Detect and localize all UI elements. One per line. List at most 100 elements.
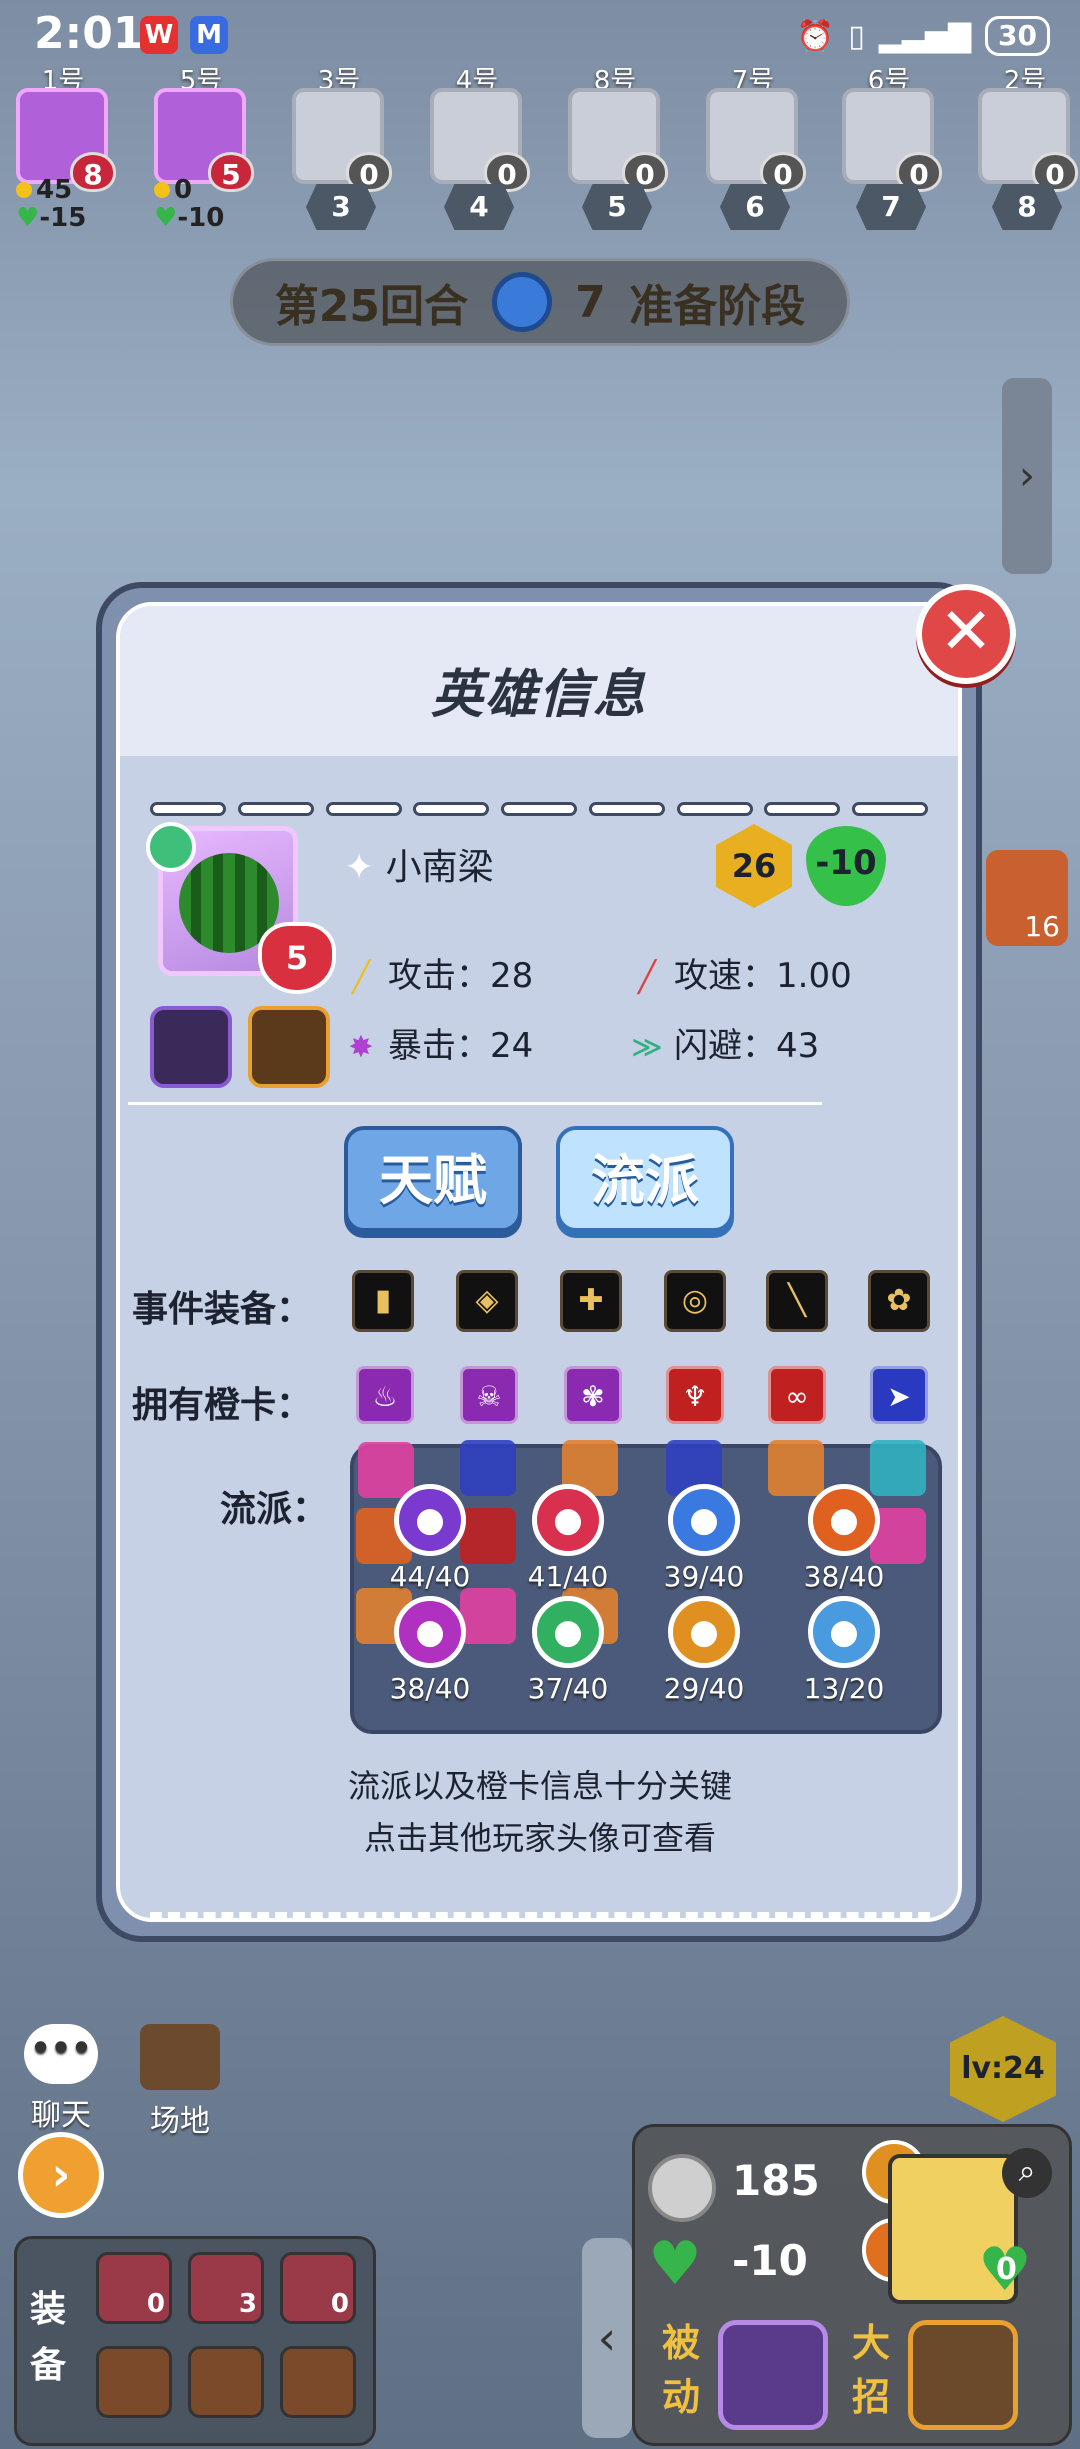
gold-icon: [154, 182, 170, 198]
equipment-shield-icon[interactable]: ✚: [560, 1270, 622, 1332]
attack-value: 28: [490, 956, 534, 996]
stat-attack-speed: ╱ 攻速：1.00: [630, 948, 852, 997]
card-flower-icon[interactable]: ✾: [564, 1366, 622, 1424]
venue-button[interactable]: 场地: [120, 2024, 240, 2140]
round-phase: 准备阶段: [629, 281, 806, 332]
vibrate-icon: ▯: [848, 18, 865, 54]
school-item[interactable]: ● 38/40: [370, 1596, 490, 1705]
school-item[interactable]: ● 38/40: [784, 1484, 904, 1593]
player-5[interactable]: 8号 0 5: [560, 60, 670, 230]
next-arrow-button[interactable]: ›: [18, 2132, 104, 2218]
hero-name: 小南梁: [344, 838, 494, 890]
tab-talent[interactable]: 天赋: [344, 1126, 522, 1232]
equipment-slot-3[interactable]: 0: [280, 2252, 356, 2324]
footer-divider: [150, 1912, 930, 1918]
player-7[interactable]: 6号 0 7: [834, 60, 944, 230]
equipment-slot-5[interactable]: [188, 2346, 264, 2418]
passive-skill-slot[interactable]: [718, 2320, 828, 2430]
player-2[interactable]: 5号 5 0 ♥-10: [146, 60, 256, 232]
school-progress: 39/40: [663, 1560, 745, 1593]
dodge-value: 43: [776, 1026, 820, 1066]
gold-icon: [16, 182, 32, 198]
school-item[interactable]: ● 44/40: [370, 1484, 490, 1593]
equipment-slot-6[interactable]: [280, 2346, 356, 2418]
venue-icon: [140, 2024, 220, 2090]
school-progress: 38/40: [803, 1560, 885, 1593]
chat-button[interactable]: ••• 聊天: [18, 2024, 104, 2134]
equipment-box-icon[interactable]: ◈: [456, 1270, 518, 1332]
tab-school[interactable]: 流派: [556, 1126, 734, 1232]
stat-dodge: ≫ 闪避：43: [631, 1026, 820, 1066]
status-time: 2:01: [34, 8, 144, 59]
equipment-slot-1[interactable]: 0: [96, 2252, 172, 2324]
attack-speed-value: 1.00: [776, 956, 852, 996]
player-3[interactable]: 3号 0 3: [284, 60, 394, 230]
school-item[interactable]: ● 13/20: [784, 1596, 904, 1705]
wing-icon: ●: [532, 1596, 604, 1668]
card-arrow-icon[interactable]: ➤: [870, 1366, 928, 1424]
card-flame-icon[interactable]: ♨: [356, 1366, 414, 1424]
search-icon[interactable]: ⌕: [1002, 2148, 1052, 2198]
crit-icon: ✸: [348, 1030, 374, 1065]
broken-heart-icon: ♥: [648, 2229, 702, 2299]
equipment-bag-icon[interactable]: ▮: [352, 1270, 414, 1332]
header-divider: [150, 802, 928, 816]
equipment-wand-icon[interactable]: ✿: [868, 1270, 930, 1332]
school-item[interactable]: ● 39/40: [644, 1484, 764, 1593]
chat-bubble-icon: •••: [24, 2024, 98, 2084]
card-demon-icon[interactable]: ☠: [460, 1366, 518, 1424]
hp-value: -10: [732, 2236, 808, 2285]
equipment-baguette-icon[interactable]: ╲: [766, 1270, 828, 1332]
hero-ultimate-icon[interactable]: [248, 1006, 330, 1088]
stat-crit: ✸ 暴击：24: [344, 1018, 533, 1067]
equipment-slot-4[interactable]: [96, 2346, 172, 2418]
collapse-left-button[interactable]: ‹: [582, 2238, 632, 2438]
card-fire-icon[interactable]: ♆: [666, 1366, 724, 1424]
modal-title: 英雄信息: [430, 665, 647, 725]
skull-icon: ●: [394, 1484, 466, 1556]
player-1[interactable]: 1号 8 45 ♥-15: [8, 60, 118, 233]
player-4[interactable]: 4号 0 4: [422, 60, 532, 230]
crit-value: 24: [490, 1026, 534, 1066]
player-level-badge: lv:24: [950, 2016, 1056, 2122]
stopwatch-icon: [491, 272, 552, 332]
alarm-icon: ⏰: [796, 18, 835, 54]
card-wing-icon[interactable]: ∞: [768, 1366, 826, 1424]
heart-icon: ♥: [16, 203, 40, 233]
player-stats: 0 ♥-10: [154, 176, 224, 232]
school-row-label: 流派：: [220, 1489, 329, 1530]
school-item[interactable]: ● 37/40: [508, 1596, 628, 1705]
equip-row-label: 事件装备：: [132, 1289, 313, 1330]
sword-icon: ╱: [351, 960, 371, 995]
school-progress: 13/20: [803, 1672, 885, 1705]
round-banner: 第25回合 7 准备阶段: [230, 258, 850, 346]
school-progress: 41/40: [527, 1560, 609, 1593]
player-slot: 8: [992, 184, 1062, 230]
equipment-title: 装备: [30, 2289, 67, 2386]
school-item[interactable]: ● 29/40: [644, 1596, 764, 1705]
player-slot: 3: [306, 184, 376, 230]
equipment-slot-2[interactable]: 3: [188, 2252, 264, 2324]
close-button[interactable]: ✕: [916, 584, 1016, 684]
player-gold: 0: [174, 175, 193, 205]
school-progress: 44/40: [389, 1560, 471, 1593]
ultimate-skill-slot[interactable]: [908, 2320, 1018, 2430]
mail-app-icon: M: [190, 16, 228, 54]
equipment-donut-icon[interactable]: ◎: [664, 1270, 726, 1332]
dodge-icon: ≫: [631, 1030, 663, 1065]
wing-class-icon: [146, 822, 196, 872]
player-slot: 4: [444, 184, 514, 230]
heart-icon: ♥: [154, 203, 178, 233]
hero-skill-icon[interactable]: [150, 1006, 232, 1088]
school-progress: 37/40: [527, 1672, 609, 1705]
fire-icon: ●: [808, 1484, 880, 1556]
side-buff-badge[interactable]: 16: [986, 850, 1068, 946]
burst-icon: ●: [394, 1596, 466, 1668]
player-8[interactable]: 2号 0 8: [970, 60, 1080, 230]
expand-right-button[interactable]: ›: [1002, 378, 1052, 574]
player-slot: 7: [856, 184, 926, 230]
hero-divider: [128, 1102, 822, 1105]
school-item[interactable]: ● 41/40: [508, 1484, 628, 1593]
ultimate-label: 大招: [851, 2321, 890, 2419]
player-6[interactable]: 7号 0 6: [698, 60, 808, 230]
